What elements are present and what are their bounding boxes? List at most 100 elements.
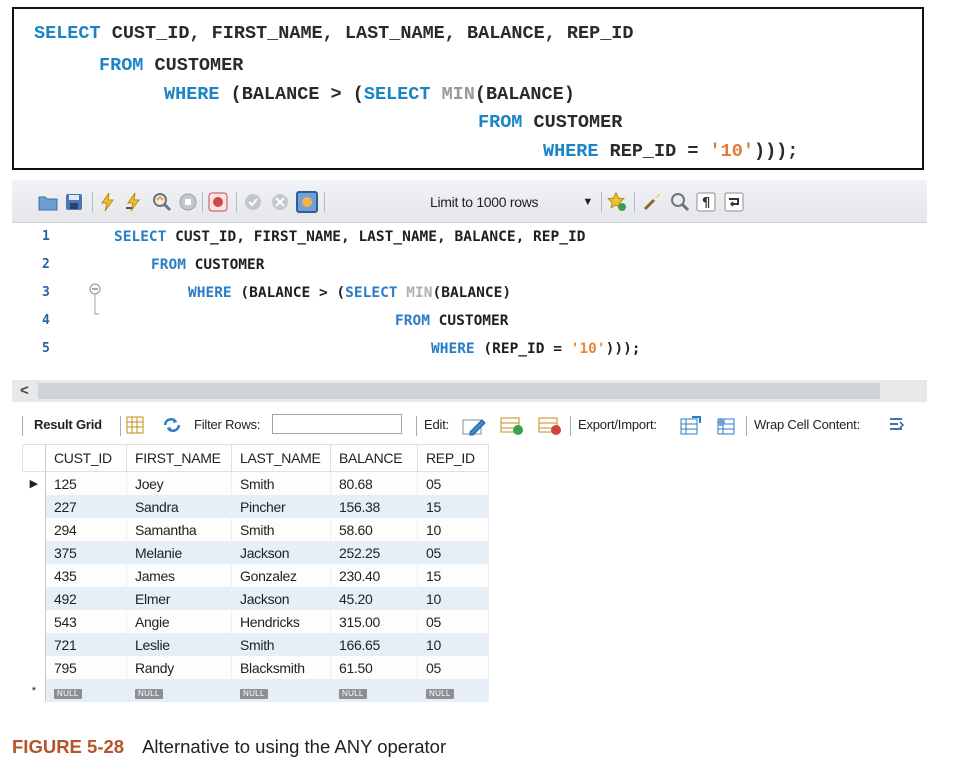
cell-balance[interactable]: 252.25 — [330, 541, 418, 564]
cell-rep-id[interactable]: 10 — [417, 587, 489, 610]
cell-rep-id[interactable]: 15 — [417, 495, 489, 518]
cell-last-name[interactable]: Smith — [231, 518, 331, 541]
cell-first-name[interactable]: Randy — [126, 656, 232, 679]
cell-first-name[interactable]: Joey — [126, 471, 232, 495]
commit-icon[interactable] — [243, 192, 263, 212]
table-row[interactable]: 543 Angie Hendricks 315.00 05 — [22, 610, 489, 633]
table-row[interactable]: 227 Sandra Pincher 156.38 15 — [22, 495, 489, 518]
cell-cust-id[interactable]: 125 — [45, 471, 127, 495]
cell-first-name[interactable]: Elmer — [126, 587, 232, 610]
cell-first-name[interactable]: Melanie — [126, 541, 232, 564]
cell-balance[interactable]: 315.00 — [330, 610, 418, 633]
save-icon[interactable] — [64, 192, 84, 212]
cell-last-name[interactable]: Jackson — [231, 541, 331, 564]
editor-line-4[interactable]: FROM CUSTOMER — [395, 307, 509, 335]
cell-last-name[interactable]: Smith — [231, 633, 331, 656]
cell-balance[interactable]: 58.60 — [330, 518, 418, 541]
rollback-icon[interactable] — [270, 192, 290, 212]
editor-line-5[interactable]: WHERE (REP_ID = '10'))); — [431, 335, 641, 363]
toggle-continue-icon[interactable] — [208, 192, 228, 212]
cell-cust-id[interactable]: 435 — [45, 564, 127, 587]
insert-row-icon[interactable] — [500, 416, 524, 435]
editor-horizontal-scrollbar[interactable]: < — [12, 380, 927, 402]
fold-toggle-icon[interactable] — [88, 279, 102, 319]
cell-rep-id[interactable]: 05 — [417, 541, 489, 564]
import-icon[interactable] — [714, 416, 738, 435]
add-snippet-icon[interactable] — [607, 192, 627, 212]
cell-rep-id[interactable]: 10 — [417, 633, 489, 656]
result-grid[interactable]: CUST_ID FIRST_NAME LAST_NAME BALANCE REP… — [22, 444, 496, 702]
cell-rep-id[interactable]: 05 — [417, 471, 489, 495]
cell-last-name[interactable]: Hendricks — [231, 610, 331, 633]
cell-first-name[interactable]: James — [126, 564, 232, 587]
cell-last-name[interactable]: Smith — [231, 471, 331, 495]
export-icon[interactable] — [680, 416, 702, 435]
table-row[interactable]: 435 James Gonzalez 230.40 15 — [22, 564, 489, 587]
cell-first-name[interactable]: Angie — [126, 610, 232, 633]
stop-icon[interactable] — [178, 192, 198, 212]
scrollbar-thumb[interactable] — [38, 383, 880, 399]
cell-balance[interactable]: 166.65 — [330, 633, 418, 656]
execute-icon[interactable] — [98, 192, 118, 212]
result-grid-tab[interactable]: Result Grid — [34, 416, 102, 434]
cell-first-name[interactable]: Samantha — [126, 518, 232, 541]
autocommit-icon[interactable] — [296, 191, 318, 213]
null-cell[interactable]: NULL — [231, 679, 331, 702]
table-row[interactable]: 492 Elmer Jackson 45.20 10 — [22, 587, 489, 610]
table-row[interactable]: 375 Melanie Jackson 252.25 05 — [22, 541, 489, 564]
editor-line-2[interactable]: FROM CUSTOMER — [151, 251, 265, 279]
cell-last-name[interactable]: Jackson — [231, 587, 331, 610]
edit-row-icon[interactable] — [462, 416, 488, 436]
explain-icon[interactable] — [152, 192, 172, 212]
cell-balance[interactable]: 61.50 — [330, 656, 418, 679]
folder-icon[interactable] — [38, 192, 58, 212]
cell-cust-id[interactable]: 294 — [45, 518, 127, 541]
cell-cust-id[interactable]: 543 — [45, 610, 127, 633]
table-row[interactable]: ▶ 125 Joey Smith 80.68 05 — [22, 471, 489, 495]
new-row[interactable]: * NULL NULL NULL NULL NULL — [22, 679, 489, 702]
cell-rep-id[interactable]: 15 — [417, 564, 489, 587]
column-header-cust-id[interactable]: CUST_ID — [45, 444, 127, 472]
cell-cust-id[interactable]: 795 — [45, 656, 127, 679]
table-row[interactable]: 795 Randy Blacksmith 61.50 05 — [22, 656, 489, 679]
cell-last-name[interactable]: Pincher — [231, 495, 331, 518]
row-limit-select[interactable]: Limit to 1000 rows ▼ — [430, 191, 595, 213]
wrap-icon[interactable] — [724, 192, 744, 212]
filter-rows-input[interactable] — [272, 414, 402, 434]
cell-first-name[interactable]: Sandra — [126, 495, 232, 518]
cell-cust-id[interactable]: 721 — [45, 633, 127, 656]
cell-cust-id[interactable]: 492 — [45, 587, 127, 610]
cell-balance[interactable]: 45.20 — [330, 587, 418, 610]
invisible-chars-icon[interactable]: ¶ — [696, 192, 716, 212]
cell-rep-id[interactable]: 10 — [417, 518, 489, 541]
cell-cust-id[interactable]: 227 — [45, 495, 127, 518]
cell-balance[interactable]: 80.68 — [330, 471, 418, 495]
sql-editor[interactable]: 1 2 3 4 5 SELECT CUST_ID, FIRST_NAME, LA… — [12, 223, 927, 375]
cell-last-name[interactable]: Blacksmith — [231, 656, 331, 679]
find-icon[interactable] — [670, 192, 690, 212]
null-cell[interactable]: NULL — [417, 679, 489, 702]
grid-view-icon[interactable] — [126, 416, 144, 434]
cell-first-name[interactable]: Leslie — [126, 633, 232, 656]
null-cell[interactable]: NULL — [45, 679, 127, 702]
table-row[interactable]: 294 Samantha Smith 58.60 10 — [22, 518, 489, 541]
editor-line-3[interactable]: WHERE (BALANCE > (SELECT MIN(BALANCE) — [188, 279, 511, 307]
column-header-last-name[interactable]: LAST_NAME — [231, 444, 331, 472]
execute-current-icon[interactable] — [124, 192, 144, 212]
cell-last-name[interactable]: Gonzalez — [231, 564, 331, 587]
null-cell[interactable]: NULL — [330, 679, 418, 702]
editor-line-1[interactable]: SELECT CUST_ID, FIRST_NAME, LAST_NAME, B… — [114, 223, 585, 251]
column-header-first-name[interactable]: FIRST_NAME — [126, 444, 232, 472]
beautify-icon[interactable] — [642, 192, 662, 212]
cell-balance[interactable]: 230.40 — [330, 564, 418, 587]
cell-cust-id[interactable]: 375 — [45, 541, 127, 564]
wrap-cell-icon[interactable] — [888, 416, 906, 434]
cell-rep-id[interactable]: 05 — [417, 610, 489, 633]
scroll-left-icon[interactable]: < — [20, 382, 29, 399]
refresh-icon[interactable] — [162, 416, 182, 434]
column-header-rep-id[interactable]: REP_ID — [417, 444, 489, 472]
null-cell[interactable]: NULL — [126, 679, 232, 702]
cell-balance[interactable]: 156.38 — [330, 495, 418, 518]
cell-rep-id[interactable]: 05 — [417, 656, 489, 679]
column-header-balance[interactable]: BALANCE — [330, 444, 418, 472]
